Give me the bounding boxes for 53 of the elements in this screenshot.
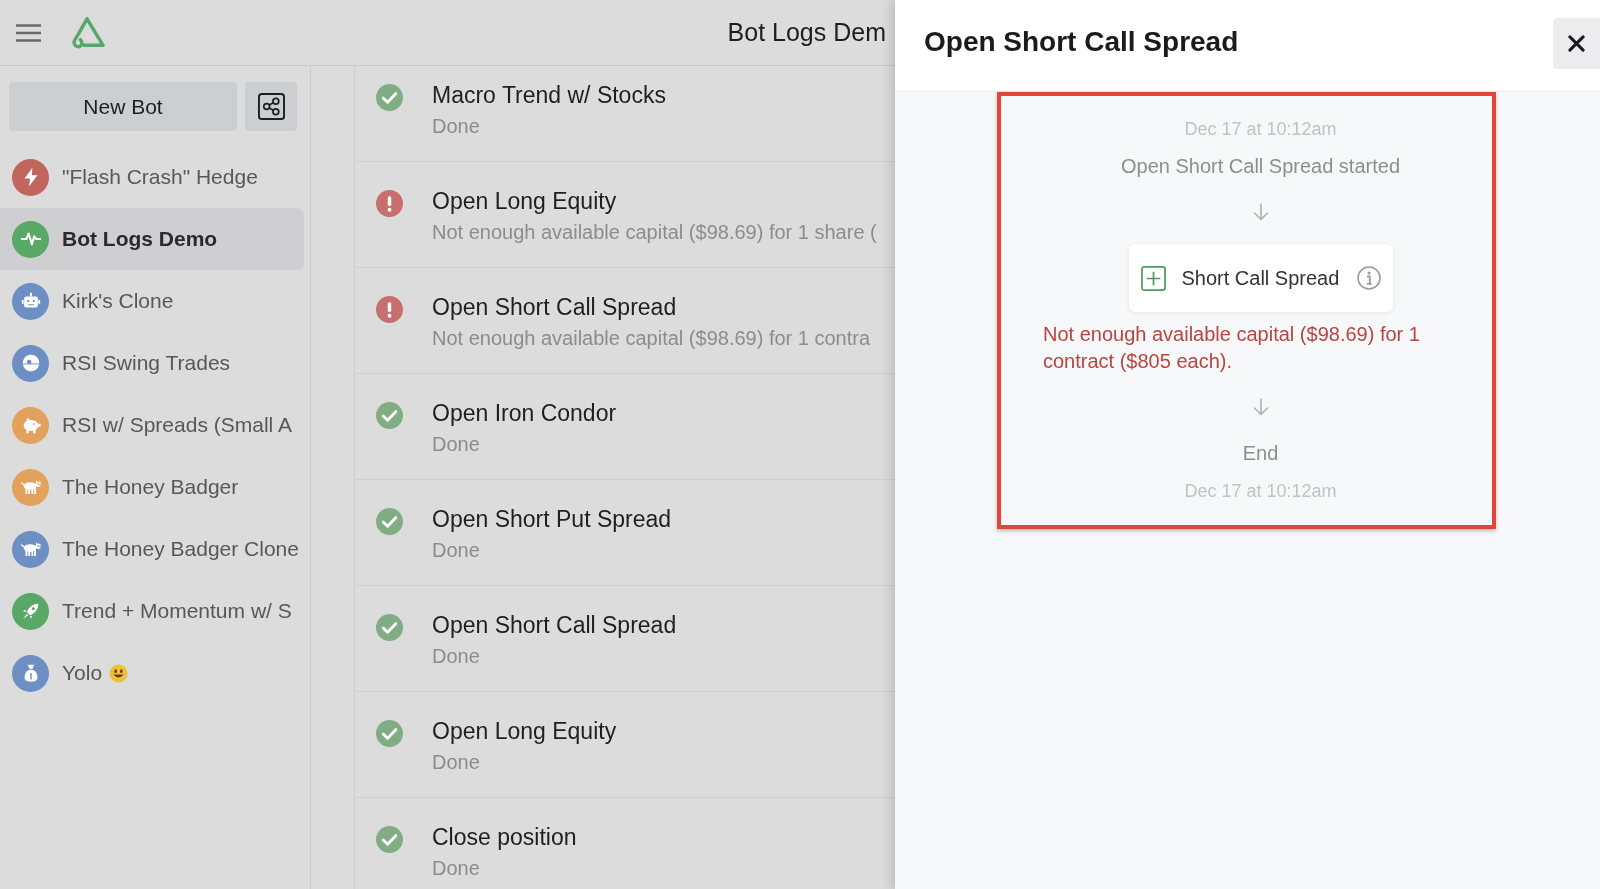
share-button[interactable] (245, 82, 297, 131)
step-card[interactable]: Short Call Spread (1128, 244, 1393, 312)
sidebar-item[interactable]: The Honey Badger Clone (0, 518, 304, 580)
event-text: End (1242, 441, 1279, 465)
log-detail: Not enough available capital ($98.69) for 1 contra (432, 326, 871, 351)
new-bot-button[interactable]: New Bot (9, 82, 237, 131)
close-icon (1568, 35, 1585, 52)
page-title: Bot Logs Dem (727, 18, 886, 47)
check-circle-icon (376, 508, 403, 535)
sidebar-item[interactable]: Yolo (0, 642, 304, 704)
log-detail: Done (432, 114, 480, 139)
sidebar-item[interactable]: Bot Logs Demo (0, 208, 304, 270)
log-detail: Done (432, 538, 480, 563)
alert-circle-icon (376, 190, 403, 217)
info-icon[interactable] (1356, 266, 1381, 290)
log-title: Open Short Call Spread (432, 294, 677, 320)
check-circle-icon (376, 826, 403, 853)
down-arrow-icon (1252, 398, 1269, 416)
log-title: Open Long Equity (432, 718, 617, 744)
log-title: Close position (432, 824, 577, 850)
log-detail: Done (432, 750, 480, 775)
alert-circle-icon (376, 296, 403, 323)
share-icon (257, 93, 285, 120)
sidebar-item[interactable]: The Honey Badger (0, 456, 304, 518)
log-title: Open Short Call Spread (432, 612, 677, 638)
close-button[interactable] (1553, 18, 1600, 69)
plus-square-icon (1140, 265, 1166, 291)
drawer-title: Open Short Call Spread (924, 25, 1239, 59)
error-message: Not enough available capital ($98.69) for 1 contract ($805 each). (1043, 322, 1421, 374)
check-circle-icon (376, 614, 403, 641)
down-arrow-icon (1252, 203, 1269, 221)
log-detail: Done (432, 432, 480, 457)
log-title: Macro Trend w/ Stocks (432, 82, 666, 108)
step-label: Short Call Spread (1181, 266, 1340, 290)
sidebar-item[interactable]: Trend + Momentum w/ S (0, 580, 304, 642)
sidebar-item[interactable]: "Flash Crash" Hedge (0, 146, 304, 208)
menu-icon[interactable] (16, 23, 41, 42)
check-circle-icon (376, 402, 403, 429)
timestamp: Dec 17 at 10:12am (1184, 118, 1337, 141)
sidebar-item[interactable]: Kirk's Clone (0, 270, 304, 332)
sidebar-item[interactable]: RSI Swing Trades (0, 332, 304, 394)
check-circle-icon (376, 720, 403, 747)
log-title: Open Long Equity (432, 188, 617, 214)
log-title: Open Short Put Spread (432, 506, 672, 532)
log-detail: Done (432, 856, 480, 881)
smiley-icon (109, 663, 129, 683)
check-circle-icon (376, 84, 403, 111)
timestamp: Dec 17 at 10:12am (1184, 480, 1337, 503)
log-detail: Not enough available capital ($98.69) for 1 share ( (432, 220, 877, 245)
sidebar-item[interactable]: RSI w/ Spreads (Small A (0, 394, 304, 456)
event-text: Open Short Call Spread started (1120, 154, 1400, 178)
log-detail: Done (432, 644, 480, 669)
log-title: Open Iron Condor (432, 400, 617, 426)
